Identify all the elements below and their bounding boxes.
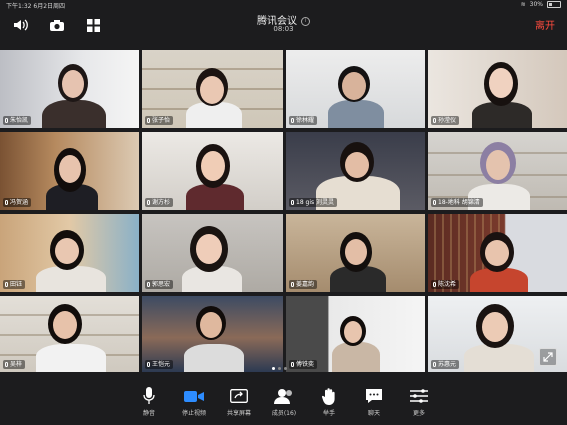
- mic-icon: [5, 118, 8, 123]
- video-tile[interactable]: 傅铁奕: [286, 296, 425, 372]
- mic-icon: [147, 118, 150, 123]
- participant-name: 冯贺涵: [10, 199, 29, 206]
- meeting-timer: 08:03: [273, 25, 294, 33]
- status-time: 下午1:32: [6, 3, 32, 10]
- mic-icon: [291, 118, 294, 123]
- mic-icon: [291, 282, 294, 287]
- participant-name: 18-地科 胡锦清: [438, 199, 480, 206]
- stop-video-button[interactable]: 停止视频: [177, 387, 211, 417]
- leave-button[interactable]: 离开: [535, 17, 555, 32]
- share-screen-icon: [222, 387, 256, 405]
- page-dot: [272, 367, 275, 370]
- status-bar: 下午1:32 6月2日周四 ≋ 30%: [0, 0, 567, 10]
- participant-name: 傅铁奕: [296, 361, 315, 368]
- video-tile[interactable]: 姜嘉韵: [286, 214, 425, 292]
- video-tile[interactable]: 陈沈希: [428, 214, 567, 292]
- video-camera-icon: [177, 387, 211, 405]
- chat-button[interactable]: 聊天: [357, 387, 391, 417]
- participant-name: 姜嘉韵: [296, 281, 315, 288]
- video-grid: 朱怡凯 张子怡 徐林耀 孙滢仪 冯贺涵 谢方杉 18 gis 刘灵灵 18-地科…: [0, 50, 567, 372]
- mic-icon: [147, 282, 150, 287]
- mute-button[interactable]: 静音: [132, 387, 166, 417]
- mic-icon: [433, 282, 436, 287]
- wifi-icon: ≋: [520, 1, 526, 8]
- video-tile-active-speaker[interactable]: 张子怡: [142, 50, 283, 128]
- participant-name: 孙滢仪: [438, 117, 457, 124]
- status-date: 6月2日周四: [33, 3, 66, 10]
- page-dot: [278, 367, 281, 370]
- mic-icon: [147, 362, 150, 367]
- page-indicator[interactable]: [272, 367, 287, 370]
- participant-name: 苏惠元: [438, 361, 457, 368]
- battery-percent: 30%: [529, 1, 543, 8]
- video-tile[interactable]: 冯贺涵: [0, 132, 139, 210]
- chat-icon: [357, 387, 391, 405]
- participant-name: 田钰: [10, 281, 23, 288]
- meeting-toolbar: 静音 停止视频 共享屏幕 成员(16) 举手 聊天 更多: [0, 380, 567, 425]
- video-tile[interactable]: 孙滢仪: [428, 50, 567, 128]
- participant-name: 陈沈希: [438, 281, 457, 288]
- mic-icon: [291, 200, 294, 205]
- mic-icon: [291, 362, 294, 367]
- meeting-top-bar: 腾讯会议 i 08:03 离开: [0, 10, 567, 42]
- members-icon: [267, 387, 301, 405]
- mic-icon: [433, 362, 436, 367]
- mic-icon: [5, 362, 8, 367]
- microphone-icon: [132, 387, 166, 405]
- video-tile[interactable]: 18-地科 胡锦清: [428, 132, 567, 210]
- video-tile[interactable]: 谢方杉: [142, 132, 283, 210]
- video-tile[interactable]: 王恺元: [142, 296, 283, 372]
- expand-icon[interactable]: [539, 348, 557, 366]
- raise-hand-icon: [312, 387, 346, 405]
- video-tile[interactable]: 吴梓: [0, 296, 139, 372]
- participant-name: 郭思宏: [152, 281, 171, 288]
- mic-icon: [433, 118, 436, 123]
- video-tile[interactable]: 徐林耀: [286, 50, 425, 128]
- video-tile[interactable]: 18 gis 刘灵灵: [286, 132, 425, 210]
- participant-name: 吴梓: [10, 361, 23, 368]
- video-tile[interactable]: 田钰: [0, 214, 139, 292]
- participant-name: 18 gis 刘灵灵: [296, 199, 335, 206]
- participant-name: 王恺元: [152, 361, 171, 368]
- mic-icon: [5, 200, 8, 205]
- mic-icon: [5, 282, 8, 287]
- participant-name: 朱怡凯: [10, 117, 29, 124]
- page-dot: [284, 367, 287, 370]
- mic-icon: [147, 200, 150, 205]
- battery-icon: [547, 1, 561, 8]
- video-tile[interactable]: 郭思宏: [142, 214, 283, 292]
- more-icon: [402, 387, 436, 405]
- share-screen-button[interactable]: 共享屏幕: [222, 387, 256, 417]
- participant-name: 谢方杉: [152, 199, 171, 206]
- members-button[interactable]: 成员(16): [267, 387, 301, 417]
- more-button[interactable]: 更多: [402, 387, 436, 417]
- participant-name: 徐林耀: [296, 117, 315, 124]
- raise-hand-button[interactable]: 举手: [312, 387, 346, 417]
- mic-icon: [433, 200, 436, 205]
- participant-name: 张子怡: [152, 117, 171, 124]
- video-tile[interactable]: 朱怡凯: [0, 50, 139, 128]
